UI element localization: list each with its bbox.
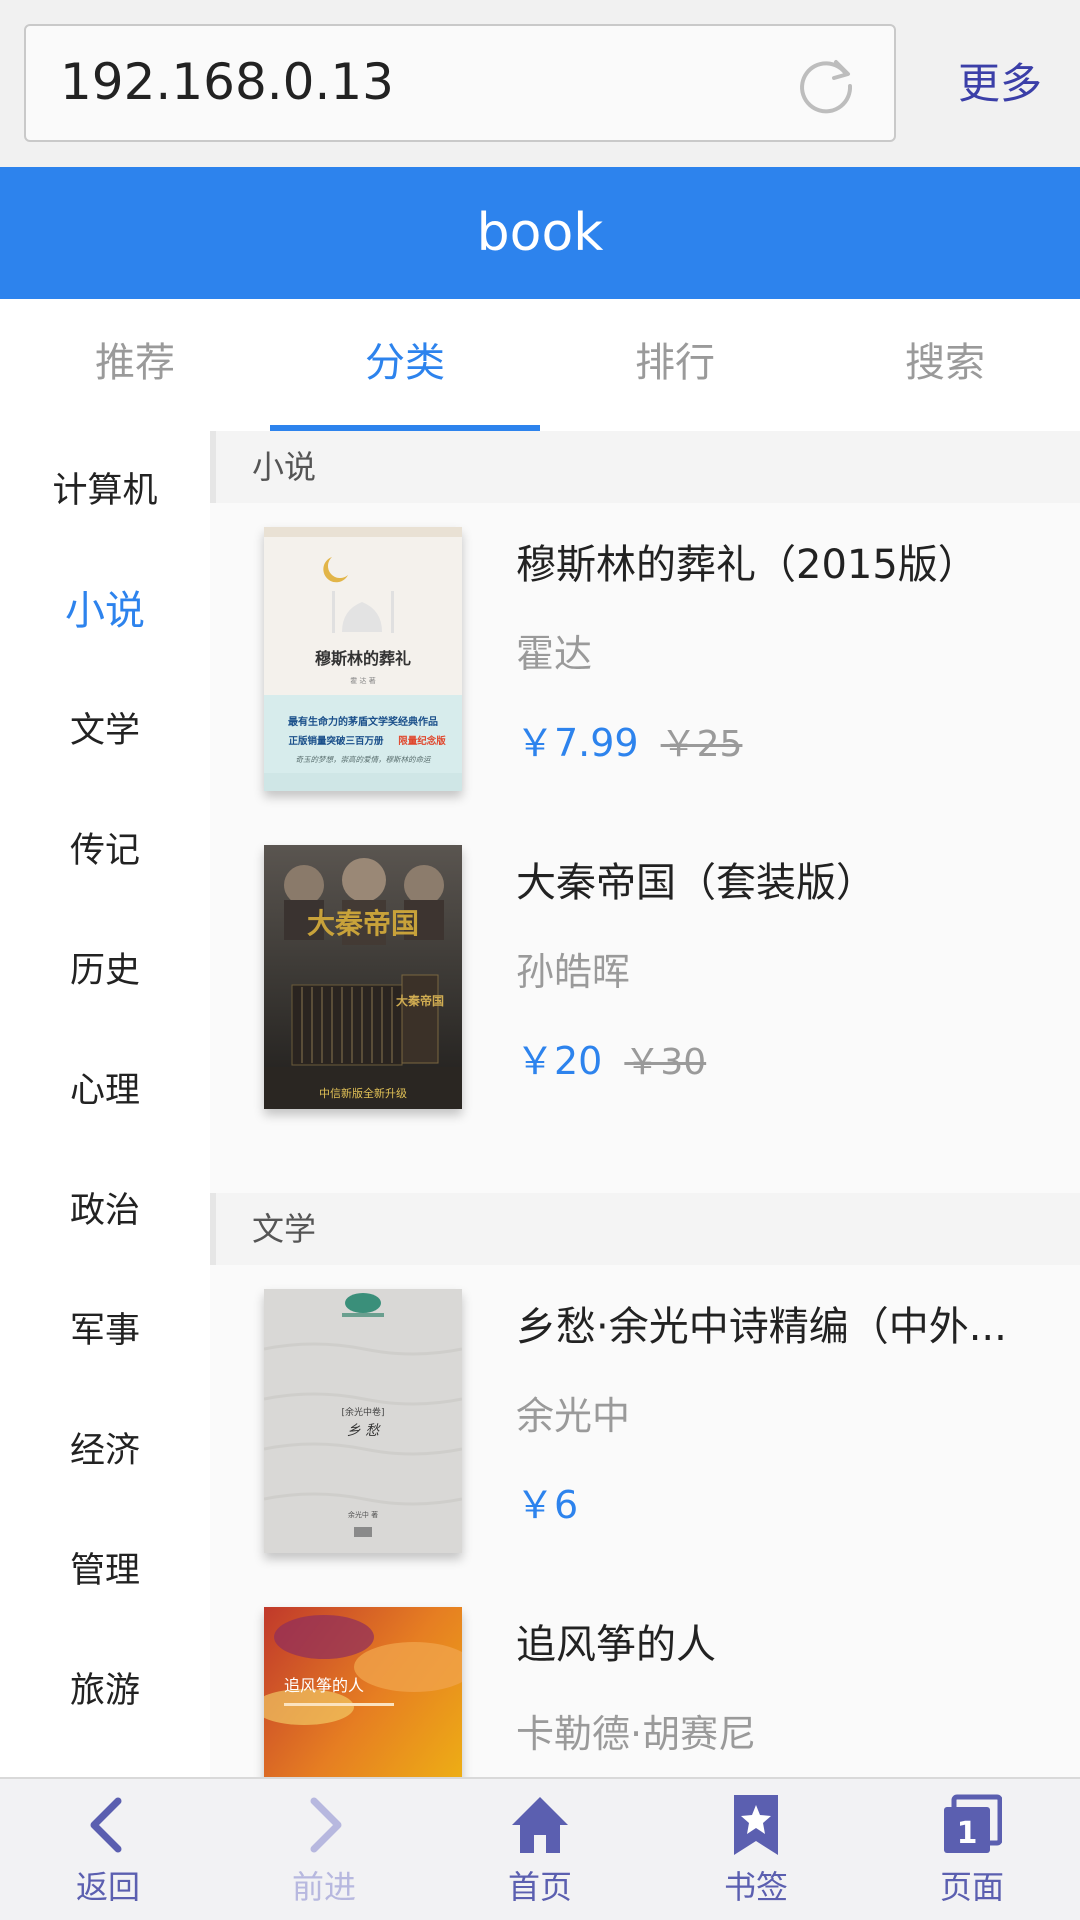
book-cover[interactable]: 大秦帝国 大秦帝国 中信新版全新升级 xyxy=(264,845,462,1109)
cover-tagline-3: 奇玉的梦想，崇高的爱情，穆斯林的命运 xyxy=(296,755,432,764)
cover-tagline-1: 最有生命力的茅盾文学奖经典作品 xyxy=(288,715,438,728)
screen: 192.168.0.13 更多 book 推荐 分类 排行 搜索 计算机 小说 … xyxy=(0,0,1080,1920)
bookmark-star-icon xyxy=(734,1795,778,1855)
category-tabs: 推荐 分类 排行 搜索 xyxy=(0,299,1080,431)
sidebar-item-biography[interactable]: 传记 xyxy=(0,791,210,911)
cover-author-text: 余光中 著 xyxy=(348,1510,378,1519)
tab-ranking[interactable]: 排行 xyxy=(540,299,810,431)
cover-tagline-2b: 限量纪念版 xyxy=(398,735,446,747)
section-header: 小说 xyxy=(210,431,1080,503)
pages-count: 1 xyxy=(957,1816,978,1851)
chevron-right-icon xyxy=(310,1797,342,1853)
book-price: ￥7.99 xyxy=(516,721,639,765)
book-title[interactable]: 穆斯林的葬礼（2015版） xyxy=(516,539,1056,591)
book-author: 余光中 xyxy=(516,1394,631,1438)
sidebar-item-management[interactable]: 管理 xyxy=(0,1511,210,1631)
tab-search[interactable]: 搜索 xyxy=(810,299,1080,431)
book-list: 小说 穆斯林的葬礼 霍 达 著 最有生命力的茅盾文学奖经典作品 正版销量突破三百… xyxy=(210,431,1080,1777)
bookmarks-label: 书签 xyxy=(723,1868,788,1906)
bookmarks-button[interactable]: 书签 xyxy=(648,1779,864,1920)
sidebar-item-novel[interactable]: 小说 xyxy=(0,551,210,671)
cover-title-text: 穆斯林的葬礼 xyxy=(315,649,411,668)
book-title[interactable]: 乡愁·余光中诗精编（中外... xyxy=(516,1301,1056,1353)
browser-address-bar: 192.168.0.13 更多 xyxy=(0,0,1080,167)
pages-button[interactable]: 1 页面 xyxy=(864,1779,1080,1920)
cover-volume-text: [余光中卷] xyxy=(341,1406,384,1418)
price-row: ￥7.99 ￥25 xyxy=(516,717,742,769)
pages-icon: 1 xyxy=(944,1794,1002,1853)
book-item[interactable]: [余光中卷] 乡 愁 余光中 著 乡愁·余光中诗精编（中外... 余光中 ￥6 xyxy=(210,1265,1080,1583)
back-label: 返回 xyxy=(75,1868,140,1906)
book-cover[interactable]: 穆斯林的葬礼 霍 达 著 最有生命力的茅盾文学奖经典作品 正版销量突破三百万册 … xyxy=(264,527,462,791)
section-title: 小说 xyxy=(252,448,317,486)
page-title: book xyxy=(476,203,604,263)
section-title: 文学 xyxy=(252,1210,317,1248)
pages-label: 页面 xyxy=(939,1868,1004,1906)
home-icon xyxy=(512,1797,568,1853)
book-title[interactable]: 大秦帝国（套装版） xyxy=(516,857,1056,909)
sidebar-item-politics[interactable]: 政治 xyxy=(0,1151,210,1271)
book-cover[interactable]: [余光中卷] 乡 愁 余光中 著 xyxy=(264,1289,462,1553)
cover-title-text: 大秦帝国 xyxy=(307,907,419,940)
sidebar-item-economics[interactable]: 经济 xyxy=(0,1391,210,1511)
book-item[interactable]: 大秦帝国 大秦帝国 中信新版全新升级 大秦帝国（套装版） 孙皓晖 ￥20 ￥30 xyxy=(210,821,1080,1139)
book-cover-image: [余光中卷] 乡 愁 余光中 著 xyxy=(264,1289,462,1553)
cover-title-text: 追风筝的人 xyxy=(284,1676,364,1695)
cover-author-text: 霍 达 著 xyxy=(350,676,375,685)
book-author: 卡勒德·胡赛尼 xyxy=(516,1712,757,1756)
cover-footer-text: 中信新版全新升级 xyxy=(319,1086,407,1100)
forward-button[interactable]: 前进 xyxy=(216,1779,432,1920)
book-cover-image: 追风筝的人 xyxy=(264,1607,462,1777)
chevron-left-icon xyxy=(90,1797,122,1853)
more-menu-button[interactable]: 更多 xyxy=(958,56,1042,112)
book-cover[interactable]: 追风筝的人 xyxy=(264,1607,462,1777)
book-author: 霍达 xyxy=(516,632,593,676)
book-original-price: ￥30 xyxy=(624,1042,707,1083)
sidebar-item-literature[interactable]: 文学 xyxy=(0,671,210,791)
home-button[interactable]: 首页 xyxy=(432,1779,648,1920)
price-row: ￥6 xyxy=(516,1479,578,1531)
book-author: 孙皓晖 xyxy=(516,950,631,994)
reload-icon[interactable] xyxy=(794,54,858,118)
url-field[interactable]: 192.168.0.13 xyxy=(24,24,896,142)
book-cover-image: 大秦帝国 大秦帝国 中信新版全新升级 xyxy=(264,845,462,1109)
back-button[interactable]: 返回 xyxy=(0,1779,216,1920)
book-original-price: ￥25 xyxy=(660,724,743,765)
price-row: ￥20 ￥30 xyxy=(516,1035,706,1087)
browser-bottom-nav: 返回 前进 首页 书签 1 页面 xyxy=(0,1777,1080,1920)
sidebar-item-military[interactable]: 军事 xyxy=(0,1271,210,1391)
tab-category[interactable]: 分类 xyxy=(270,299,540,431)
book-price: ￥6 xyxy=(516,1483,579,1527)
url-text[interactable]: 192.168.0.13 xyxy=(60,52,394,112)
cover-box-text: 大秦帝国 xyxy=(396,993,444,1008)
book-item[interactable]: 穆斯林的葬礼 霍 达 著 最有生命力的茅盾文学奖经典作品 正版销量突破三百万册 … xyxy=(210,503,1080,821)
sidebar-item-travel[interactable]: 旅游 xyxy=(0,1631,210,1751)
book-item[interactable]: 追风筝的人 追风筝的人 卡勒德·胡赛尼 xyxy=(210,1583,1080,1777)
book-price: ￥20 xyxy=(516,1039,603,1083)
sidebar-item-history[interactable]: 历史 xyxy=(0,911,210,1031)
tab-recommend[interactable]: 推荐 xyxy=(0,299,270,431)
home-label: 首页 xyxy=(507,1868,572,1906)
section-header: 文学 xyxy=(210,1193,1080,1265)
cover-title-text: 乡 愁 xyxy=(347,1423,381,1439)
category-sidebar: 计算机 小说 文学 传记 历史 心理 政治 军事 经济 管理 旅游 xyxy=(0,431,210,1777)
book-title[interactable]: 追风筝的人 xyxy=(516,1619,1056,1671)
sidebar-item-psychology[interactable]: 心理 xyxy=(0,1031,210,1151)
forward-label: 前进 xyxy=(291,1868,356,1906)
app-title-bar: book xyxy=(0,167,1080,299)
sidebar-item-computer[interactable]: 计算机 xyxy=(0,431,210,551)
book-cover-image: 穆斯林的葬礼 霍 达 著 最有生命力的茅盾文学奖经典作品 正版销量突破三百万册 … xyxy=(264,527,462,791)
cover-tagline-2: 正版销量突破三百万册 xyxy=(288,735,384,747)
